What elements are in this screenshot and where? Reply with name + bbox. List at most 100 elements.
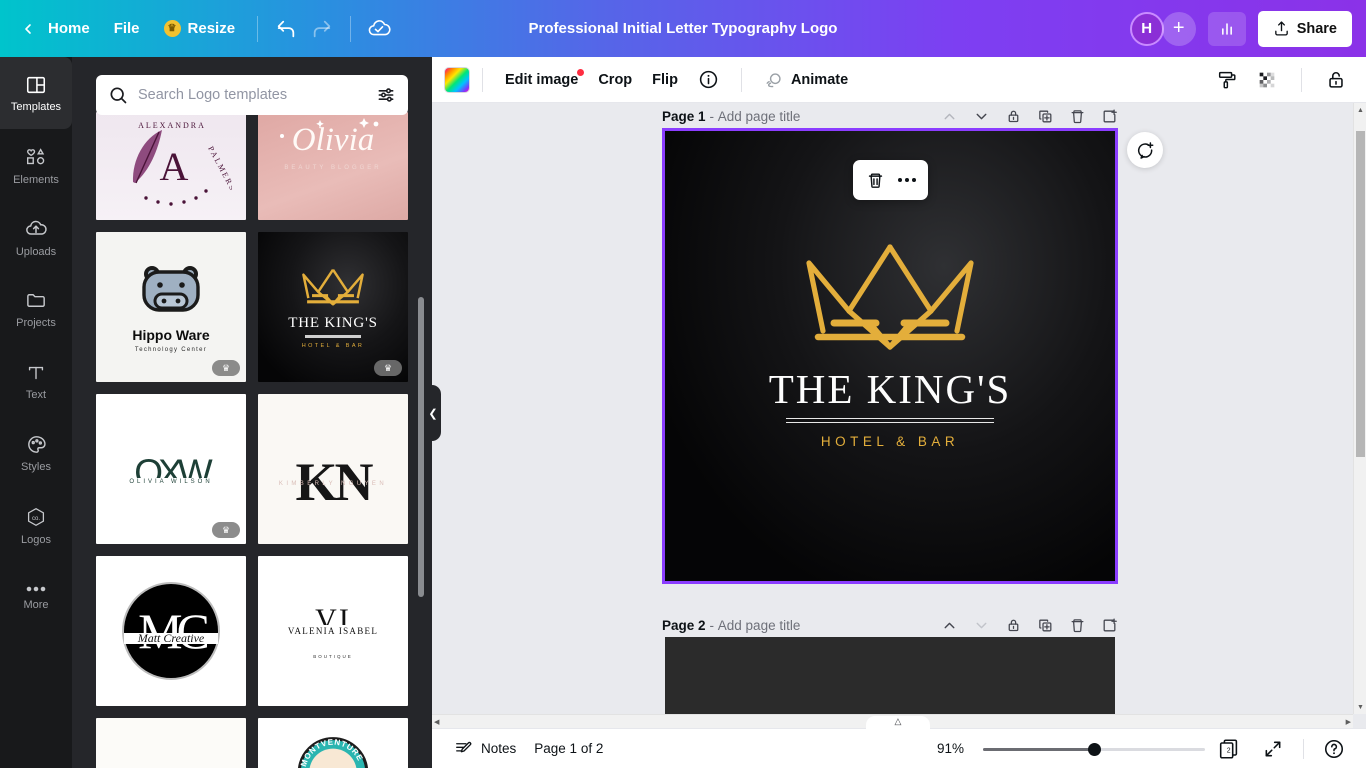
add-page-button[interactable] (1096, 612, 1122, 638)
notes-button[interactable]: Notes (446, 734, 524, 763)
template-card[interactable]: VI VALENIA ISABEL BOUTIQUE (258, 556, 408, 706)
template-subtitle: HOTEL & BAR (301, 342, 365, 349)
logo-rule-1 (786, 418, 994, 419)
move-page-up-button[interactable] (936, 612, 962, 638)
duplicate-page-button[interactable] (1032, 612, 1058, 638)
upload-icon (1274, 21, 1288, 36)
duplicate-page-button[interactable] (1032, 103, 1058, 129)
home-button[interactable]: Home (36, 13, 102, 44)
sidebar-item-templates[interactable]: Templates (0, 57, 72, 129)
cloud-saved-button[interactable] (361, 11, 397, 47)
sparkles-art (280, 118, 379, 138)
transparency-button[interactable] (1249, 62, 1285, 98)
edit-image-button[interactable]: Edit image (495, 66, 588, 94)
resize-button[interactable]: ♛ Resize (152, 13, 248, 44)
zoom-slider[interactable] (983, 741, 1205, 757)
template-card[interactable]: Olivia BEAUTY BLOGGER (258, 112, 408, 220)
crop-button[interactable]: Crop (588, 66, 642, 94)
animate-label: Animate (790, 71, 849, 88)
move-page-down-button[interactable] (968, 612, 994, 638)
add-collaborator-button[interactable]: + (1161, 11, 1196, 46)
flip-button[interactable]: Flip (642, 66, 688, 94)
zoom-slider-fill (983, 747, 1096, 751)
bar-chart-icon (1221, 22, 1232, 35)
move-page-down-button[interactable] (968, 103, 994, 129)
topbar-right-group: + H Share (1129, 10, 1366, 47)
share-button[interactable]: Share (1257, 10, 1352, 47)
svg-text:co.: co. (32, 515, 40, 521)
scroll-up-arrow[interactable]: ▲ (1354, 103, 1366, 117)
collapse-panel-handle[interactable]: ❮ (425, 385, 441, 441)
animate-icon (766, 72, 781, 87)
redo-button[interactable] (304, 11, 340, 47)
template-card[interactable]: Hippo Ware Technology Center ♛ (96, 232, 246, 382)
animate-button[interactable]: Animate (754, 64, 858, 96)
search-bar[interactable] (96, 75, 408, 115)
expand-pages-panel-button[interactable]: △ (866, 716, 930, 732)
sidebar-item-projects[interactable]: Projects (0, 273, 72, 345)
search-input[interactable] (138, 87, 376, 103)
file-menu-button[interactable]: File (102, 13, 152, 44)
undo-icon (277, 20, 295, 37)
notes-icon (456, 741, 472, 753)
scroll-down-arrow[interactable]: ▼ (1354, 700, 1366, 714)
more-options-button[interactable] (897, 178, 916, 182)
editor-divider-1 (482, 67, 483, 92)
position-button[interactable] (1209, 62, 1245, 98)
delete-page-button[interactable] (1064, 612, 1090, 638)
info-button[interactable] (688, 63, 729, 96)
lock-button[interactable] (1318, 62, 1354, 98)
sidebar-item-logos[interactable]: co. Logos (0, 489, 72, 561)
zoom-slider-knob[interactable] (1088, 742, 1101, 756)
crop-label: Crop (598, 71, 633, 88)
help-button[interactable] (1316, 731, 1352, 767)
projects-folder-icon (26, 294, 45, 307)
logos-icon: co. (27, 507, 45, 526)
filter-sliders-icon[interactable] (376, 85, 396, 105)
trash-icon (1071, 109, 1083, 123)
add-comment-icon (1137, 141, 1153, 159)
sidebar-item-label: More (23, 598, 49, 611)
canvas-vertical-scrollbar[interactable]: ▲ ▼ (1353, 103, 1366, 714)
template-card[interactable]: A ALEXANDRA PALMERSTON (96, 112, 246, 220)
sidebar-item-more[interactable]: More (0, 561, 72, 633)
add-comment-button[interactable] (1127, 132, 1163, 168)
page-1-title-input[interactable]: - Add page title (710, 109, 801, 124)
back-button[interactable] (20, 21, 36, 37)
vertical-scroll-thumb[interactable] (1356, 131, 1365, 457)
avatar[interactable]: H (1129, 11, 1164, 46)
image-color-swatch[interactable] (444, 66, 470, 93)
sidebar-item-uploads[interactable]: Uploads (0, 201, 72, 273)
delete-page-button[interactable] (1064, 103, 1090, 129)
page-2-title-input[interactable]: - Add page title (710, 618, 801, 633)
lock-page-button[interactable] (1000, 612, 1026, 638)
stats-button[interactable] (1207, 11, 1246, 46)
paint-roller-icon (1218, 71, 1236, 88)
sidebar-item-text[interactable]: Text (0, 345, 72, 417)
montventure-badge-art: MONTVENTURE (298, 737, 368, 768)
template-card[interactable]: KN KIMBERLY NGUYEN (258, 394, 408, 544)
premium-crown-badge: ♛ (212, 360, 240, 376)
add-page-button[interactable] (1096, 103, 1122, 129)
scroll-left-arrow[interactable]: ◀ (434, 718, 439, 726)
page-1-actions (936, 103, 1122, 129)
panel-scrollbar[interactable] (418, 297, 424, 597)
sidebar-item-elements[interactable]: Elements (0, 129, 72, 201)
fullscreen-button[interactable] (1255, 731, 1291, 767)
delete-element-button[interactable] (866, 171, 885, 190)
editor-toolbar-right (1209, 62, 1354, 98)
sidebar-item-styles[interactable]: Styles (0, 417, 72, 489)
template-card[interactable]: MC Matt Creative (96, 556, 246, 706)
template-card[interactable] (96, 718, 246, 768)
template-card[interactable]: MONTVENTURE (258, 718, 408, 768)
template-card[interactable]: THE KING'S HOTEL & BAR ♛ (258, 232, 408, 382)
move-page-up-button[interactable] (936, 103, 962, 129)
template-card[interactable]: OXW OLIVIA WILSON ♛ (96, 394, 246, 544)
text-icon (28, 366, 44, 379)
undo-button[interactable] (268, 11, 304, 47)
pages-overview-button[interactable]: 2 (1217, 737, 1243, 761)
cloud-saved-icon (368, 19, 391, 35)
scroll-right-arrow[interactable]: ▶ (1346, 718, 1351, 726)
templates-panel: A ALEXANDRA PALMERSTON Olivia BEAUTY BLO… (72, 57, 432, 768)
lock-page-button[interactable] (1000, 103, 1026, 129)
